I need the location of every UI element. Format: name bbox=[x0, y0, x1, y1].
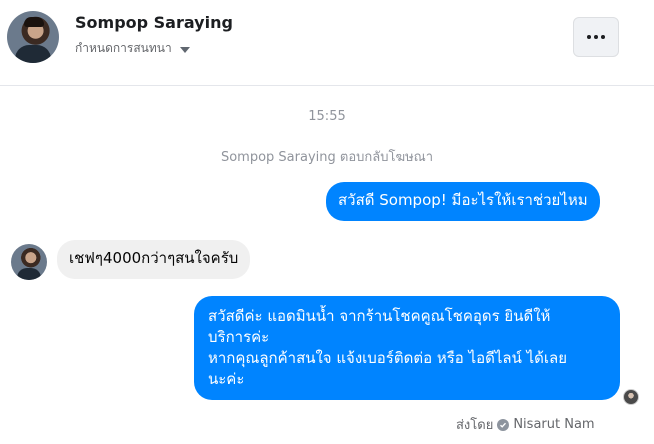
outgoing-message[interactable]: สวัสดีค่ะ แอดมินน้ำ จากร้านโชคคูณโชคอุดร… bbox=[194, 296, 620, 400]
caret-down-icon bbox=[179, 46, 190, 53]
sent-by-indicator: ส่งโดย Nisarut Nam bbox=[456, 414, 595, 435]
incoming-message[interactable]: เชฟๆ4000กว่าๆสนใจครับ bbox=[57, 240, 251, 279]
message-line: บริการค่ะ bbox=[208, 328, 270, 346]
seen-avatar-icon bbox=[623, 389, 639, 405]
check-circle-icon bbox=[497, 418, 510, 431]
avatar-shirt bbox=[17, 268, 41, 280]
contact-avatar[interactable] bbox=[7, 11, 59, 63]
ad-reply-notice: Sompop Saraying ตอบกลับโฆษณา bbox=[220, 150, 434, 165]
more-dot-icon bbox=[587, 35, 591, 39]
message-timestamp: 15:55 bbox=[308, 109, 346, 124]
more-dot-icon bbox=[601, 35, 605, 39]
message-line: นะค่ะ bbox=[208, 370, 245, 388]
conversation-settings-label: กำหนดการสนทนา bbox=[75, 41, 172, 55]
message-line: สวัสดีค่ะ แอดมินน้ำ จากร้านโชคคูณโชคอุดร… bbox=[208, 307, 551, 325]
conversation-settings-dropdown[interactable]: กำหนดการสนทนา bbox=[75, 39, 190, 58]
message-text: เชฟๆ4000กว่าๆสนใจครับ bbox=[69, 249, 239, 267]
sender-name[interactable]: Nisarut Nam bbox=[513, 417, 594, 432]
avatar-hair bbox=[24, 17, 44, 27]
sent-by-label: ส่งโดย bbox=[456, 418, 494, 433]
message-text: สวัสดี Sompop! มีอะไรให้เราช่วยไหม bbox=[338, 191, 588, 209]
more-dot-icon bbox=[594, 35, 598, 39]
message-line: หากคุณลูกค้าสนใจ แจ้งเบอร์ติดต่อ หรือ ไอ… bbox=[208, 349, 568, 367]
avatar-shirt bbox=[15, 45, 51, 63]
contact-name[interactable]: Sompop Saraying bbox=[75, 13, 233, 32]
sender-avatar[interactable] bbox=[11, 244, 47, 280]
conversation-header: Sompop Saraying กำหนดการสนทนา bbox=[0, 0, 654, 86]
more-options-button[interactable] bbox=[573, 17, 619, 57]
outgoing-message[interactable]: สวัสดี Sompop! มีอะไรให้เราช่วยไหม bbox=[326, 182, 600, 221]
